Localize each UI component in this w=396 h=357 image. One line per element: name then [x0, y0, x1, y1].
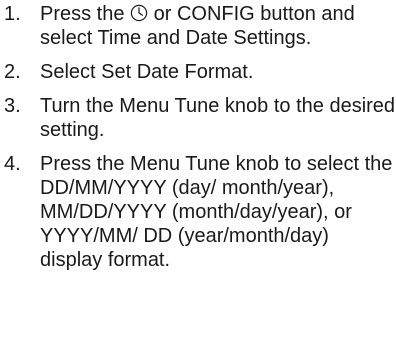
instruction-steps-list: 1. Press the or CONFIG button and select…: [0, 2, 396, 282]
clock-icon: [130, 4, 148, 22]
step-number: 3.: [4, 95, 21, 117]
step-text: Turn the Menu Tune knob to the desired s…: [40, 95, 396, 141]
step-4: 4. Press the Menu Tune knob to select th…: [0, 152, 396, 272]
step-text: Select Set Date Format.: [40, 61, 254, 83]
step-1: 1. Press the or CONFIG button and select…: [0, 2, 396, 50]
step-3: 3. Turn the Menu Tune knob to the desire…: [0, 94, 396, 142]
step-number: 2.: [4, 61, 21, 83]
step-2: 2. Select Set Date Format.: [0, 60, 396, 84]
step-number: 4.: [4, 153, 21, 175]
step-text: Press the or CONFIG button and select Ti…: [40, 2, 396, 50]
step-text-before-icon: Press the: [40, 3, 131, 25]
step-number: 1.: [4, 3, 21, 25]
step-text: Press the Menu Tune knob to select the D…: [40, 153, 393, 271]
